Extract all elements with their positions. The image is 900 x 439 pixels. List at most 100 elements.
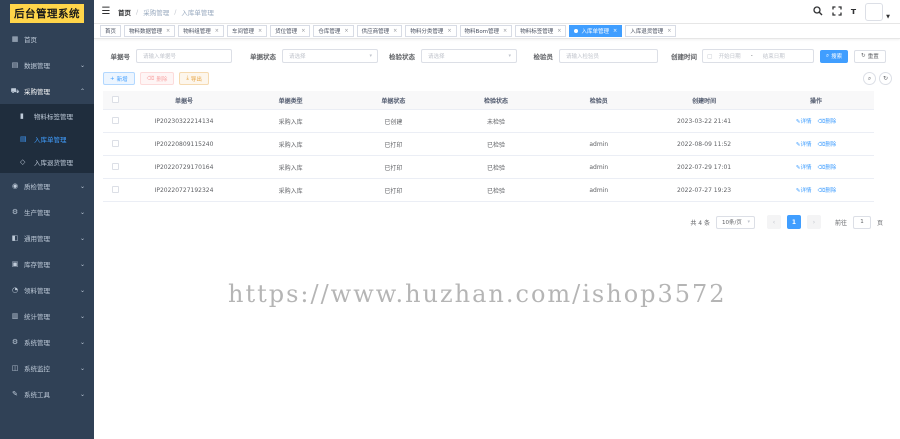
- tag-item[interactable]: 物料Bom管理 ×: [459, 25, 513, 37]
- tag-item[interactable]: 首页: [100, 25, 122, 37]
- export-button-label: 导出: [190, 76, 202, 83]
- sidebar-item-label: 系统工具: [24, 391, 50, 399]
- tag-label: 货位管理: [275, 29, 298, 35]
- sidebar-item-label: 通用管理: [24, 235, 50, 243]
- sidebar-subitem[interactable]: ▤ 入库单管理: [0, 127, 94, 150]
- created-time-label: 创建时间: [671, 53, 697, 61]
- sidebar: 后台管理系统 ▦ 首页 ▤ 数据管理 ⌄ ⛟ 采购管理 ⌃ ▮ 物料标签管理 ▤ 入库单管理 ◇ 入库退货…: [0, 0, 94, 439]
- row-checkbox[interactable]: [112, 185, 120, 193]
- table-cell: 已检验: [487, 164, 506, 172]
- reset-button-label: 重置: [867, 54, 879, 60]
- table-cell: 已检验: [487, 141, 506, 149]
- delete-link[interactable]: ⌫删除: [817, 165, 836, 171]
- table-cell: IP20230322214134: [154, 117, 214, 125]
- delete-link[interactable]: ⌫删除: [817, 188, 836, 194]
- tag-item[interactable]: 物料分类管理 ×: [405, 25, 457, 37]
- page-number-current[interactable]: 1: [786, 215, 801, 229]
- sidebar-subitem[interactable]: ◇ 入库退货管理: [0, 150, 94, 173]
- sidebar-menu: ▦ 首页 ▤ 数据管理 ⌄ ⛟ 采购管理 ⌃ ▮ 物料标签管理 ▤ 入库单管理 ◇ 入库退货管理 ◉ 质检管理…: [0, 26, 94, 407]
- row-checkbox[interactable]: [112, 116, 120, 124]
- sidebar-item[interactable]: ▣ 库存管理 ⌄: [0, 251, 94, 277]
- close-icon[interactable]: ×: [258, 28, 262, 34]
- close-icon[interactable]: ×: [301, 28, 305, 34]
- chevron-down-icon[interactable]: ▼: [886, 14, 890, 20]
- breadcrumb: 首页 / 采购管理 / 入库单管理: [118, 7, 214, 17]
- close-icon[interactable]: ×: [344, 28, 348, 34]
- breadcrumb-separator: /: [136, 7, 139, 16]
- chevron-down-icon: ⌄: [79, 208, 85, 216]
- row-checkbox[interactable]: [112, 139, 120, 147]
- fullscreen-icon[interactable]: [832, 5, 842, 19]
- select-all-checkbox[interactable]: [112, 95, 120, 103]
- font-size-icon[interactable]: т: [851, 7, 856, 17]
- sidebar-item[interactable]: ◫ 系统监控 ⌄: [0, 355, 94, 381]
- close-icon[interactable]: ×: [166, 28, 170, 34]
- sidebar-item[interactable]: ◔ 领料管理 ⌄: [0, 277, 94, 303]
- avatar[interactable]: [865, 3, 884, 21]
- refresh-icon[interactable]: ↻: [879, 72, 892, 85]
- detail-link[interactable]: ✎详情: [796, 165, 812, 171]
- sidebar-item[interactable]: ▥ 统计管理 ⌄: [0, 303, 94, 329]
- close-icon[interactable]: ×: [613, 28, 617, 34]
- order-no-input[interactable]: 请输入单据号: [136, 49, 232, 63]
- table-cell: 采购入库: [278, 187, 303, 195]
- close-icon[interactable]: ×: [215, 28, 219, 34]
- order-status-placeholder: 请选择: [289, 54, 306, 60]
- tag-item[interactable]: 货位管理 ×: [270, 25, 311, 37]
- detail-link[interactable]: ✎详情: [796, 188, 812, 194]
- tag-item[interactable]: 物料数据管理 ×: [124, 25, 176, 37]
- sidebar-item[interactable]: ◧ 通用管理 ⌄: [0, 225, 94, 251]
- inspector-input[interactable]: 请输入检验员: [559, 49, 658, 63]
- export-button[interactable]: ⤓ 导出: [179, 72, 209, 85]
- close-icon[interactable]: ×: [557, 28, 561, 34]
- sidebar-subitem[interactable]: ▮ 物料标签管理: [0, 104, 94, 127]
- tag-item[interactable]: 入库单管理 ×: [569, 25, 623, 37]
- table-row: IP20220727192324 采购入库 已打印 已检验 admin 2022-07-2…: [103, 179, 874, 202]
- tag-label: 首页: [105, 29, 117, 35]
- check-status-label: 检验状态: [389, 53, 415, 61]
- column-header: 单据状态: [381, 97, 406, 105]
- close-icon[interactable]: ×: [667, 28, 671, 34]
- refresh-icon: ↻: [861, 53, 866, 59]
- tag-item[interactable]: 仓库管理 ×: [313, 25, 354, 37]
- delete-button[interactable]: ⌫ 删除: [139, 72, 175, 85]
- page-size-select[interactable]: 10条/页 ▾: [715, 215, 755, 229]
- delete-link[interactable]: ⌫删除: [817, 142, 836, 148]
- goto-page-input[interactable]: 1: [852, 215, 871, 229]
- delete-link[interactable]: ⌫删除: [817, 119, 836, 125]
- close-icon[interactable]: ×: [503, 28, 507, 34]
- add-button[interactable]: + 新增: [103, 72, 135, 85]
- stock-icon: ▣: [11, 260, 19, 268]
- search-button[interactable]: ⌕ 搜索: [820, 49, 849, 63]
- hamburger-icon[interactable]: ☰: [94, 6, 118, 17]
- search-icon[interactable]: [813, 5, 823, 19]
- check-status-select[interactable]: 请选择 ▾: [421, 49, 517, 63]
- reset-button[interactable]: ↻ 重置: [854, 49, 886, 63]
- active-dot-icon: [574, 29, 579, 33]
- tag-item[interactable]: 物料标签管理 ×: [515, 25, 567, 37]
- detail-link[interactable]: ✎详情: [796, 119, 812, 125]
- sidebar-item[interactable]: ▤ 数据管理 ⌄: [0, 52, 94, 78]
- row-checkbox[interactable]: [112, 162, 120, 170]
- delete-link-label: 删除: [825, 165, 837, 171]
- data-icon: ▤: [11, 61, 19, 69]
- sidebar-item[interactable]: ⚙ 生产管理 ⌄: [0, 199, 94, 225]
- next-page-button[interactable]: ›: [806, 215, 821, 229]
- close-icon[interactable]: ×: [393, 28, 397, 34]
- close-icon[interactable]: ×: [447, 28, 451, 34]
- prev-page-button[interactable]: ‹: [766, 215, 781, 229]
- detail-link[interactable]: ✎详情: [796, 142, 812, 148]
- search-toggle-icon[interactable]: ⌕: [863, 72, 876, 85]
- tag-item[interactable]: 入库退货管理 ×: [625, 25, 677, 37]
- tag-item[interactable]: 物料组管理 ×: [178, 25, 224, 37]
- tag-item[interactable]: 供应商管理 ×: [356, 25, 403, 37]
- date-range-picker[interactable]: ▢ 开始日期 - 结束日期: [702, 49, 814, 63]
- sidebar-item[interactable]: ⚙ 系统管理 ⌄: [0, 329, 94, 355]
- breadcrumb-home[interactable]: 首页: [118, 7, 131, 17]
- sidebar-item[interactable]: ✎ 系统工具 ⌄: [0, 381, 94, 407]
- sidebar-item[interactable]: ▦ 首页: [0, 26, 94, 52]
- tag-item[interactable]: 车间管理 ×: [226, 25, 268, 37]
- sidebar-item[interactable]: ⛟ 采购管理 ⌃: [0, 78, 94, 104]
- order-status-select[interactable]: 请选择 ▾: [282, 49, 378, 63]
- sidebar-item[interactable]: ◉ 质检管理 ⌄: [0, 173, 94, 199]
